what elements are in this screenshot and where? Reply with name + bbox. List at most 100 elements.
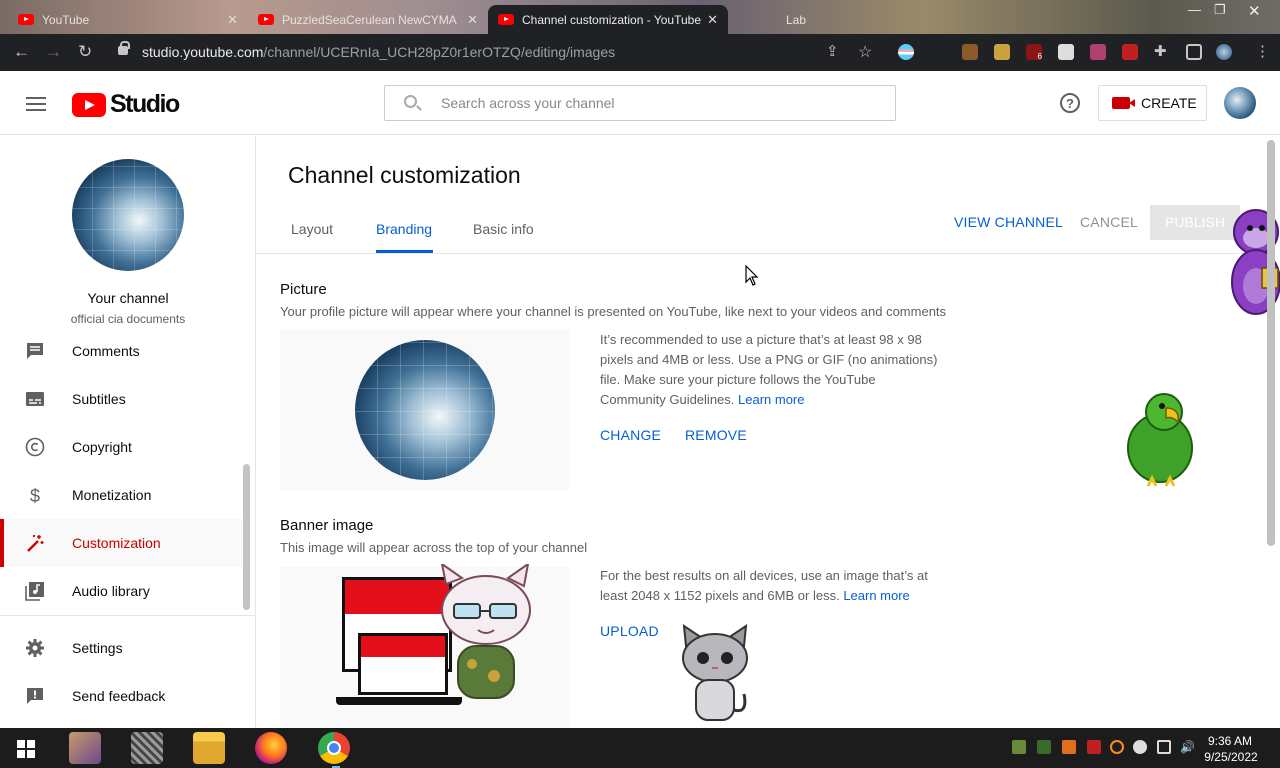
picture-section-description: Your profile picture will appear where y…: [280, 304, 947, 319]
browser-tab-title: Channel customization - YouTube: [522, 12, 702, 27]
tray-app-icon[interactable]: [1087, 740, 1101, 754]
extension-icon[interactable]: [1090, 44, 1106, 60]
picture-section-title: Picture: [280, 281, 327, 298]
hamburger-menu-icon[interactable]: [26, 97, 46, 111]
browser-tab[interactable]: Lab: [728, 5, 848, 34]
reload-icon[interactable]: ↻: [78, 42, 92, 62]
sidebar-item-subtitles[interactable]: Subtitles: [0, 375, 248, 423]
sidebar-item-copyright[interactable]: Copyright: [0, 423, 248, 471]
extension-ublock-icon[interactable]: 6: [1026, 44, 1042, 61]
sidebar-item-label: Send feedback: [72, 688, 166, 704]
create-label: CREATE: [1141, 95, 1197, 111]
extensions-puzzle-icon[interactable]: ✚: [1154, 44, 1170, 60]
sidebar-divider: [0, 615, 256, 616]
windows-start-icon[interactable]: [17, 740, 35, 758]
browser-tab-active[interactable]: Channel customization - YouTube ✕: [488, 5, 728, 34]
sidebar-item-audio-library[interactable]: Audio library: [0, 567, 248, 615]
close-window-icon[interactable]: ✕: [1248, 2, 1261, 20]
tray-app-icon[interactable]: [1133, 740, 1147, 754]
browser-tab-title: Lab: [786, 12, 807, 27]
browser-tab[interactable]: PuzzledSeaCerulean NewCYMA ✕: [248, 5, 488, 34]
back-icon[interactable]: ←: [13, 42, 30, 62]
tab-branding[interactable]: Branding: [376, 221, 432, 237]
channel-avatar[interactable]: [72, 159, 184, 271]
youtube-favicon-icon: [258, 14, 274, 25]
firefox-icon[interactable]: [255, 732, 287, 764]
search-box[interactable]: [384, 85, 896, 121]
tabs-divider: [256, 253, 1266, 254]
browser-tab[interactable]: YouTube ✕: [8, 5, 248, 34]
sidebar-item-label: Audio library: [72, 583, 150, 599]
sidebar-scrollbar[interactable]: [243, 464, 250, 610]
extension-icon[interactable]: [1122, 44, 1138, 60]
address-bar[interactable]: studio.youtube.com/channel/UCERnIa_UCH28…: [106, 38, 886, 67]
side-panel-icon[interactable]: [1186, 44, 1202, 60]
taskbar-date[interactable]: 9/25/2022: [1198, 750, 1264, 764]
video-camera-icon: [1112, 97, 1135, 109]
close-tab-icon[interactable]: ✕: [707, 12, 718, 28]
file-explorer-icon[interactable]: [193, 732, 225, 764]
audio-library-icon: [25, 582, 44, 601]
sidebar-item-customization[interactable]: Customization: [0, 519, 248, 567]
close-tab-icon[interactable]: ✕: [227, 12, 238, 28]
sidebar-item-send-feedback[interactable]: Send feedback: [0, 672, 248, 720]
search-tray-icon[interactable]: [1110, 740, 1124, 754]
extension-paw-icon[interactable]: [962, 44, 978, 60]
chrome-icon[interactable]: [318, 732, 350, 764]
tab-basic-info[interactable]: Basic info: [473, 221, 534, 237]
bookmark-star-icon[interactable]: ☆: [858, 42, 872, 62]
tray-app-icon[interactable]: [1062, 740, 1076, 754]
picture-learn-more-link[interactable]: Learn more: [738, 392, 804, 407]
main-scrollbar[interactable]: [1267, 140, 1275, 546]
search-input[interactable]: [441, 95, 861, 111]
tab-layout[interactable]: Layout: [291, 221, 333, 237]
browser-tab-strip: YouTube ✕ PuzzledSeaCerulean NewCYMA ✕ C…: [0, 0, 1280, 34]
extension-bird-icon[interactable]: [994, 44, 1010, 60]
volume-icon[interactable]: 🔊: [1180, 740, 1195, 754]
tray-app-icon[interactable]: [1037, 740, 1051, 754]
sidebar-item-monetization[interactable]: $ Monetization: [0, 471, 248, 519]
sidebar-item-settings[interactable]: Settings: [0, 624, 248, 672]
banner-learn-more-link[interactable]: Learn more: [843, 588, 909, 603]
profile-avatar-icon[interactable]: [1216, 44, 1232, 60]
sidebar-item-label: Monetization: [72, 487, 152, 503]
feedback-icon: [27, 688, 43, 704]
view-channel-button[interactable]: VIEW CHANNEL: [954, 214, 1063, 230]
channel-name: official cia documents: [70, 312, 186, 326]
account-avatar[interactable]: [1224, 87, 1256, 119]
help-icon[interactable]: ?: [1060, 93, 1080, 113]
change-picture-button[interactable]: CHANGE: [600, 427, 661, 443]
sidebar-item-label: Copyright: [72, 439, 132, 455]
create-button[interactable]: CREATE: [1098, 85, 1207, 121]
mouse-cursor-icon: [745, 265, 759, 286]
network-icon[interactable]: [1157, 740, 1171, 754]
sidebar-item-comments[interactable]: Comments: [0, 327, 248, 375]
dollar-icon: $: [30, 486, 40, 505]
restore-icon[interactable]: ❐: [1214, 2, 1226, 18]
gear-icon: [26, 639, 44, 657]
tray-app-icon[interactable]: [1012, 740, 1026, 754]
remove-picture-button[interactable]: REMOVE: [685, 427, 747, 443]
browser-menu-icon[interactable]: ⋮: [1255, 42, 1270, 60]
extension-flag-icon[interactable]: [898, 44, 914, 60]
taskbar-app-icon[interactable]: [69, 732, 101, 764]
sidebar-item-label: Comments: [72, 343, 140, 359]
upload-banner-button[interactable]: UPLOAD: [600, 623, 659, 639]
url-text: studio.youtube.com/channel/UCERnIa_UCH28…: [142, 44, 616, 60]
studio-logo[interactable]: Studio: [72, 90, 180, 119]
banner-section-title: Banner image: [280, 517, 374, 534]
browser-tab-title: PuzzledSeaCerulean NewCYMA: [282, 12, 457, 27]
share-icon[interactable]: ⇪: [826, 42, 839, 60]
svg-text:$: $: [30, 486, 40, 505]
extension-icon[interactable]: [1058, 44, 1074, 60]
cancel-button[interactable]: CANCEL: [1080, 214, 1138, 230]
taskbar-app-icon[interactable]: [131, 732, 163, 764]
close-tab-icon[interactable]: ✕: [467, 12, 478, 28]
minimize-icon[interactable]: —: [1188, 2, 1201, 17]
youtube-favicon-icon: [498, 14, 514, 25]
sidebar: Your channel official cia documents Comm…: [0, 136, 256, 728]
logo-text: Studio: [110, 90, 180, 118]
taskbar-time[interactable]: 9:36 AM: [1200, 734, 1260, 748]
picture-info-text: It’s recommended to use a picture that’s…: [600, 330, 940, 410]
forward-icon[interactable]: →: [45, 42, 62, 62]
